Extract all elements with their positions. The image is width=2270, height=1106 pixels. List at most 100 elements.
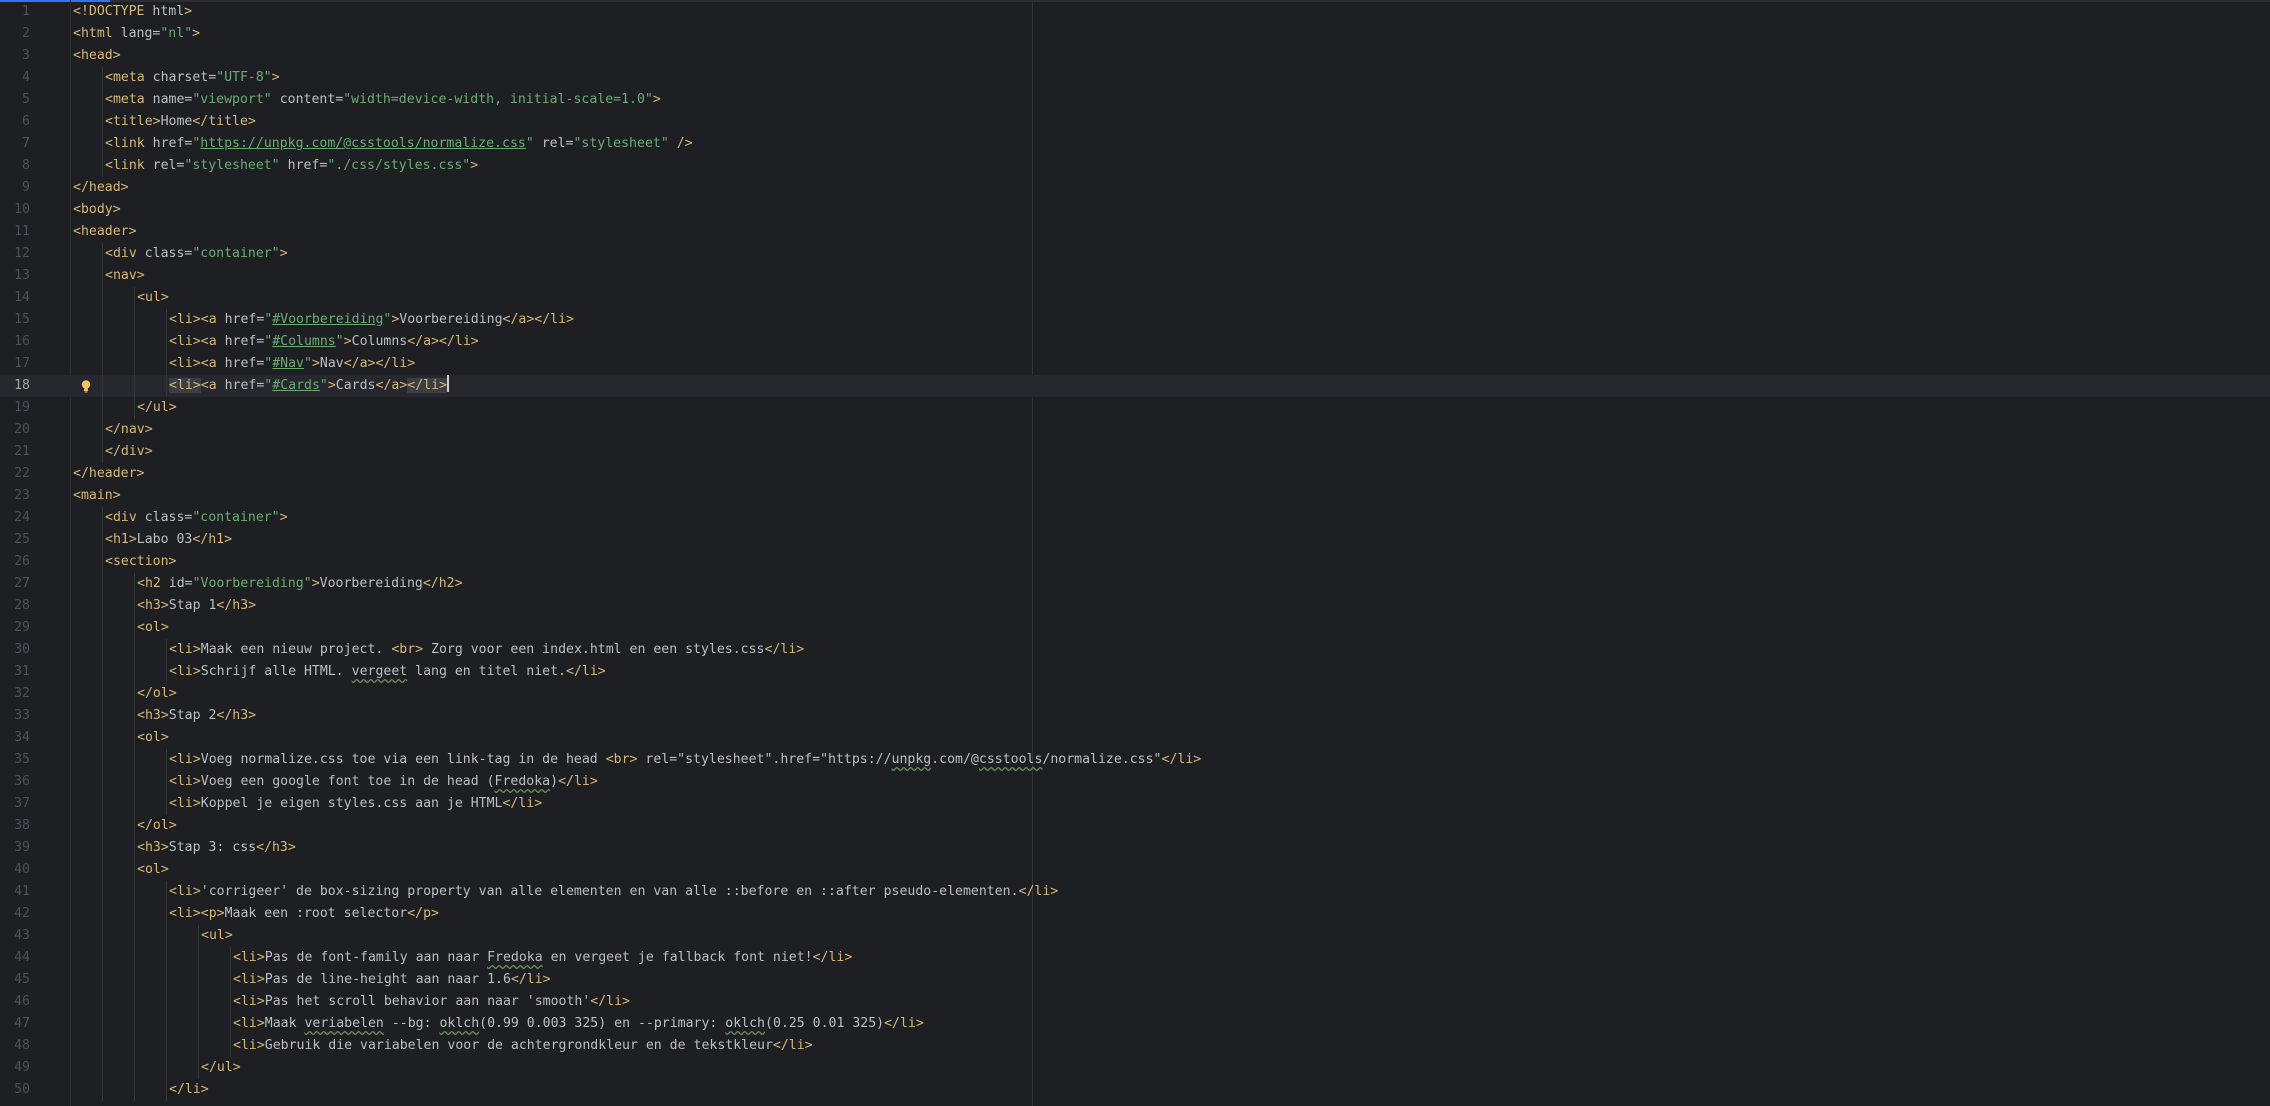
code-text[interactable]: <li>Voeg een google font toe in de head … — [169, 771, 598, 793]
code-text[interactable]: <ul> — [201, 925, 233, 947]
line-number[interactable]: 31 — [0, 661, 30, 683]
code-line[interactable]: 4 <meta charset="UTF-8"> — [0, 67, 2270, 89]
code-line[interactable]: 22 </header> — [0, 463, 2270, 485]
code-text[interactable]: <h2 id="Voorbereiding">Voorbereiding</h2… — [137, 573, 463, 595]
code-line[interactable]: 31 <li>Schrijf alle HTML. vergeet lang en… — [0, 661, 2270, 683]
code-line[interactable]: 50 </li> — [0, 1079, 2270, 1101]
lightbulb-icon[interactable] — [79, 379, 93, 393]
code-line[interactable]: 5 <meta name="viewport" content="width=de… — [0, 89, 2270, 111]
code-line[interactable]: 2 <html lang="nl"> — [0, 23, 2270, 45]
code-text[interactable]: </nav> — [105, 419, 153, 441]
line-number[interactable]: 46 — [0, 991, 30, 1013]
line-number[interactable]: 21 — [0, 441, 30, 463]
line-number[interactable]: 10 — [0, 199, 30, 221]
line-number[interactable]: 47 — [0, 1013, 30, 1035]
line-number[interactable]: 49 — [0, 1057, 30, 1079]
code-line[interactable]: 30 <li>Maak een nieuw project. <br> Zorg … — [0, 639, 2270, 661]
code-text[interactable]: <link href= "https://unpkg.com/@csstools/… — [105, 133, 693, 155]
code-text[interactable]: <li><p>Maak een :root selector</p> — [169, 903, 439, 925]
code-line[interactable]: 49 </ul> — [0, 1057, 2270, 1079]
code-line[interactable]: 45 <li>Pas de line-height aan naar 1.6</l… — [0, 969, 2270, 991]
line-number[interactable]: 8 — [0, 155, 30, 177]
code-text[interactable]: <li>Gebruik die variabelen voor de achte… — [233, 1035, 813, 1057]
code-line[interactable]: 47 <li>Maak veriabelen --bg: oklch(0.99 0… — [0, 1013, 2270, 1035]
code-line[interactable]: 40 <ol> — [0, 859, 2270, 881]
code-text[interactable]: <h1>Labo 03</h1> — [105, 529, 232, 551]
code-text[interactable]: <div class="container"> — [105, 243, 288, 265]
code-line[interactable]: 35 <li>Voeg normalize.css toe via een lin… — [0, 749, 2270, 771]
code-text[interactable]: <li>Pas de line-height aan naar 1.6</li> — [233, 969, 551, 991]
line-number[interactable]: 25 — [0, 529, 30, 551]
line-number[interactable]: 40 — [0, 859, 30, 881]
line-number[interactable]: 38 — [0, 815, 30, 837]
code-line[interactable]: 34 <ol> — [0, 727, 2270, 749]
code-line[interactable]: 36 <li>Voeg een google font toe in de hea… — [0, 771, 2270, 793]
code-line[interactable]: 8 <link rel="stylesheet" href="./css/styl… — [0, 155, 2270, 177]
line-number[interactable]: 6 — [0, 111, 30, 133]
code-text[interactable]: </div> — [105, 441, 153, 463]
code-line[interactable]: 13 <nav> — [0, 265, 2270, 287]
code-text[interactable]: </head> — [73, 177, 129, 199]
line-number[interactable]: 44 — [0, 947, 30, 969]
code-text[interactable]: <li>'corrigeer' de box-sizing property v… — [169, 881, 1058, 903]
code-text[interactable]: <ol> — [137, 727, 169, 749]
code-text[interactable]: </ol> — [137, 683, 177, 705]
code-line[interactable]: 28 <h3>Stap 1</h3> — [0, 595, 2270, 617]
code-line[interactable]: 33 <h3>Stap 2</h3> — [0, 705, 2270, 727]
line-number[interactable]: 17 — [0, 353, 30, 375]
code-text[interactable]: </ul> — [201, 1057, 241, 1079]
code-text[interactable]: <li><a href="#Nav">Nav</a></li> — [169, 353, 415, 375]
code-text[interactable]: <title>Home</title> — [105, 111, 256, 133]
code-text[interactable]: <nav> — [105, 265, 145, 287]
line-number[interactable]: 22 — [0, 463, 30, 485]
code-text[interactable]: <link rel="stylesheet" href="./css/style… — [105, 155, 478, 177]
line-number[interactable]: 28 — [0, 595, 30, 617]
code-text[interactable]: <ul> — [137, 287, 169, 309]
code-line[interactable]: 20 </nav> — [0, 419, 2270, 441]
code-line[interactable]: 7 <link href= "https://unpkg.com/@csstools… — [0, 133, 2270, 155]
line-number[interactable]: 11 — [0, 221, 30, 243]
code-text[interactable]: <ol> — [137, 859, 169, 881]
line-number[interactable]: 45 — [0, 969, 30, 991]
code-line[interactable]: 48 <li>Gebruik die variabelen voor de ach… — [0, 1035, 2270, 1057]
code-line[interactable]: 29 <ol> — [0, 617, 2270, 639]
line-number[interactable]: 9 — [0, 177, 30, 199]
line-number[interactable]: 39 — [0, 837, 30, 859]
code-text[interactable]: <h3>Stap 3: css</h3> — [137, 837, 296, 859]
code-text[interactable]: <li>Schrijf alle HTML. vergeet lang en t… — [169, 661, 606, 683]
code-line[interactable]: 43 <ul> — [0, 925, 2270, 947]
line-number[interactable]: 36 — [0, 771, 30, 793]
line-number[interactable]: 20 — [0, 419, 30, 441]
code-line[interactable]: 44 <li>Pas de font-family aan naar Fredok… — [0, 947, 2270, 969]
code-line[interactable]: 19 </ul> — [0, 397, 2270, 419]
code-text[interactable]: </ul> — [137, 397, 177, 419]
code-text[interactable]: </header> — [73, 463, 144, 485]
code-text[interactable]: <li>Voeg normalize.css toe via een link-… — [169, 749, 1201, 771]
code-line[interactable]: 25 <h1>Labo 03</h1> — [0, 529, 2270, 551]
code-text[interactable]: <main> — [73, 485, 121, 507]
code-line[interactable]: 18 <li><a href="#Cards">Cards</a></li> — [0, 375, 2270, 397]
line-number[interactable]: 5 — [0, 89, 30, 111]
code-text[interactable]: <li>Maak veriabelen --bg: oklch(0.99 0.0… — [233, 1013, 924, 1035]
code-line[interactable]: 38 </ol> — [0, 815, 2270, 837]
code-text[interactable]: <h3>Stap 2</h3> — [137, 705, 256, 727]
code-text[interactable]: </li> — [169, 1079, 209, 1101]
line-number[interactable]: 41 — [0, 881, 30, 903]
code-line[interactable]: 21 </div> — [0, 441, 2270, 463]
line-number[interactable]: 30 — [0, 639, 30, 661]
code-text[interactable]: <h3>Stap 1</h3> — [137, 595, 256, 617]
line-number[interactable]: 12 — [0, 243, 30, 265]
code-line[interactable]: 16 <li><a href="#Columns">Columns</a></li… — [0, 331, 2270, 353]
code-editor[interactable]: 1 <!DOCTYPE html> 2 <html lang="nl"> 3 <head>… — [0, 0, 2270, 1106]
code-text[interactable]: <div class="container"> — [105, 507, 288, 529]
code-text[interactable]: <li>Koppel je eigen styles.css aan je HT… — [169, 793, 542, 815]
code-line[interactable]: 15 <li><a href="#Voorbereiding">Voorberei… — [0, 309, 2270, 331]
line-number[interactable]: 1 — [0, 1, 30, 23]
line-number[interactable]: 19 — [0, 397, 30, 419]
code-line[interactable]: 39 <h3>Stap 3: css</h3> — [0, 837, 2270, 859]
line-number[interactable]: 18 — [0, 375, 30, 397]
line-number[interactable]: 7 — [0, 133, 30, 155]
line-number[interactable]: 26 — [0, 551, 30, 573]
code-text[interactable]: <ol> — [137, 617, 169, 639]
line-number[interactable]: 2 — [0, 23, 30, 45]
